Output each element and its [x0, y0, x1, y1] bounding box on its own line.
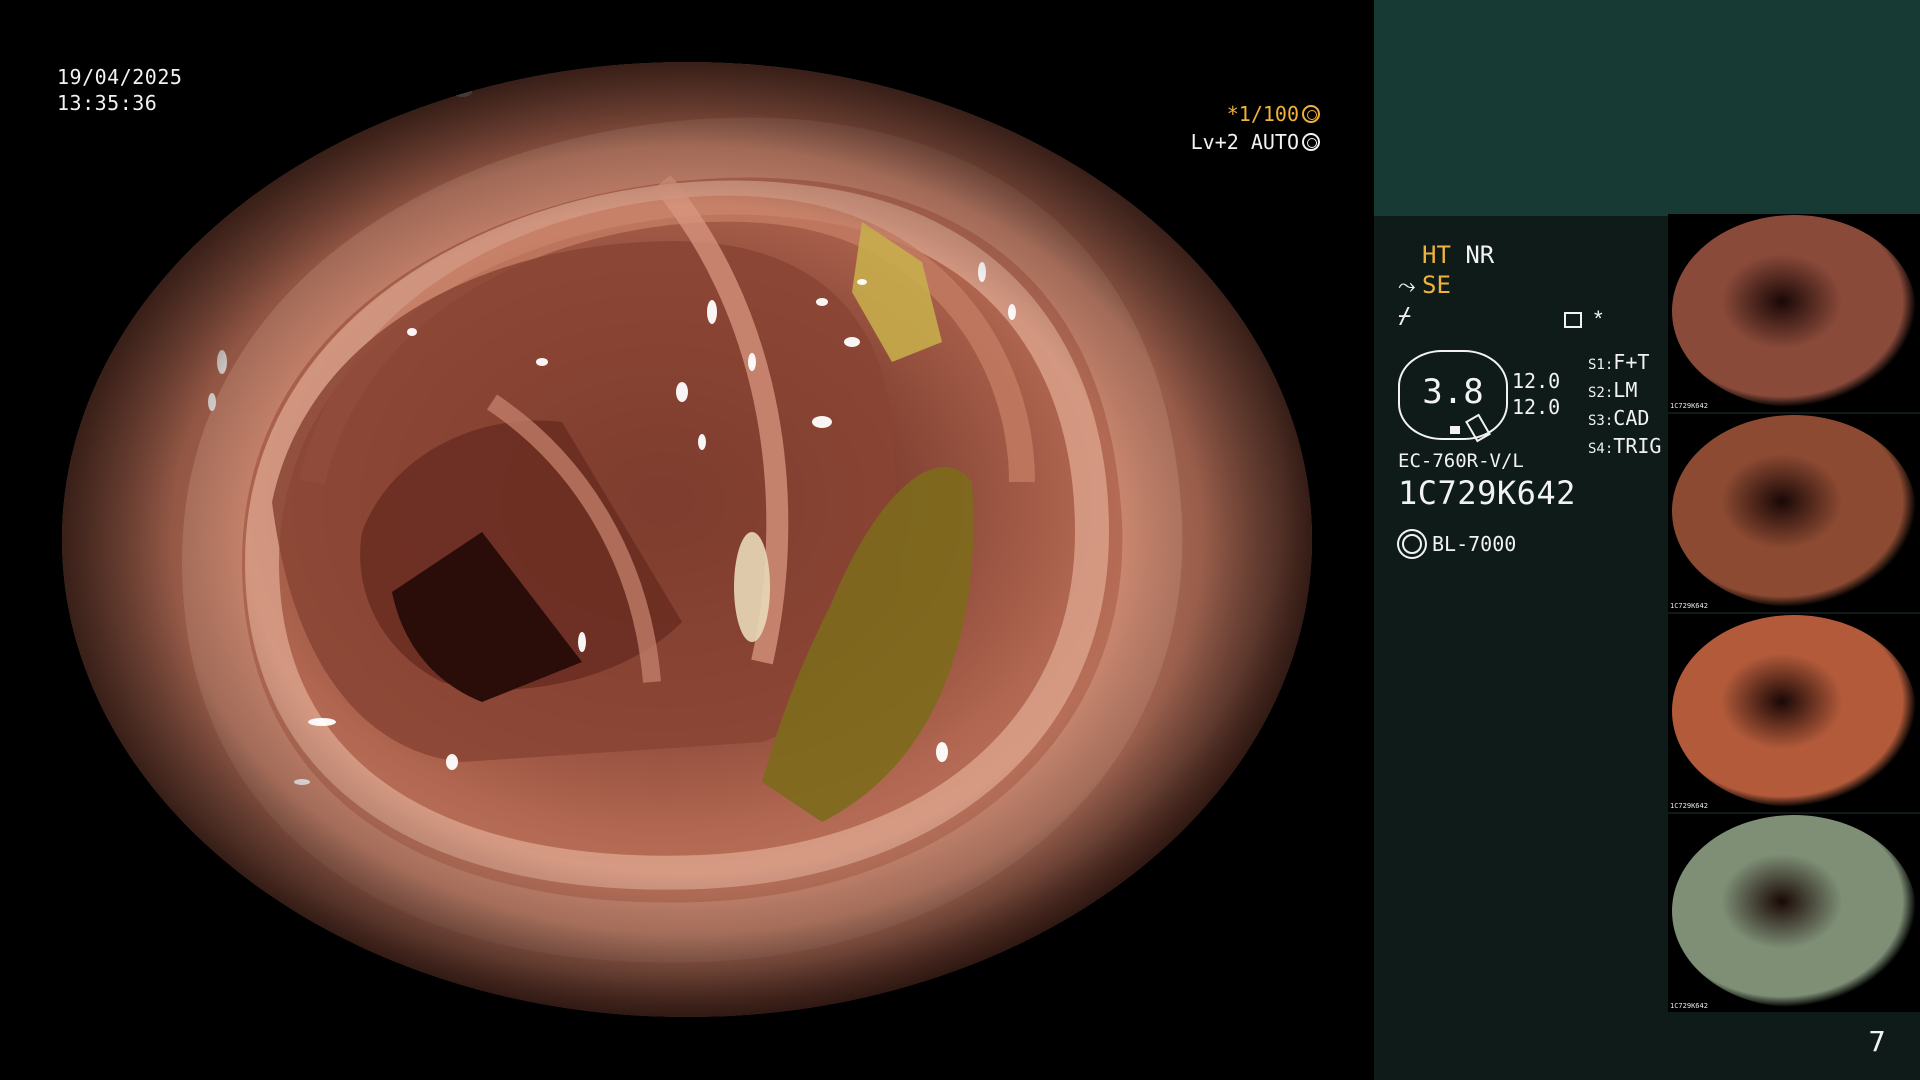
setting-value: CAD — [1613, 406, 1650, 430]
gauge-bottom-value: 12.0 — [1512, 395, 1561, 419]
mode-nr: NR — [1465, 241, 1495, 269]
capture-thumbnail[interactable]: 1C729K642 — [1668, 814, 1920, 1012]
setting-s2: S2:LM — [1588, 378, 1638, 402]
setting-key: S3 — [1588, 413, 1605, 429]
gauge-top-value: 12.0 — [1512, 369, 1561, 393]
thumbnail-serial: 1C729K642 — [1670, 402, 1708, 410]
iris-icon — [1302, 133, 1320, 151]
capture-thumbnail[interactable]: 1C729K642 — [1668, 614, 1920, 812]
light-source: BL-7000 — [1398, 532, 1516, 556]
menu-list-icon — [1564, 312, 1582, 329]
gauge-marker-icon — [1450, 426, 1460, 434]
gauge-pen-icon — [1465, 413, 1491, 443]
thumbnail-serial: 1C729K642 — [1670, 602, 1708, 610]
suction-icon: ⌿ — [1398, 304, 1412, 329]
gauge-numbers: 12.0 12.0 — [1512, 368, 1560, 420]
gauge-value: 3.8 — [1422, 372, 1484, 412]
thumbnail-image — [1672, 215, 1916, 407]
date-text: 19/04/2025 — [57, 65, 183, 89]
light-source-icon — [1402, 534, 1422, 554]
colon-lumen-image — [62, 62, 1312, 1017]
mode-se: SE — [1422, 271, 1451, 299]
time-text: 13:35:36 — [57, 91, 158, 115]
thumbnail-image — [1672, 415, 1916, 607]
panel-header-area — [1374, 0, 1920, 216]
scope-serial: 1C729K642 — [1398, 474, 1576, 512]
date-time-overlay: 19/04/2025 13:35:36 — [57, 64, 182, 116]
setting-s3: S3:CAD — [1588, 406, 1650, 430]
mode-ht: HT — [1422, 241, 1451, 269]
setting-key: S4 — [1588, 441, 1605, 457]
setting-key: S1 — [1588, 357, 1605, 373]
setting-value: TRIG — [1613, 434, 1662, 458]
shutter-overlay: *1/100 Lv+2 AUTO — [1191, 100, 1320, 156]
capture-thumbnail[interactable]: 1C729K642 — [1668, 414, 1920, 612]
structure-enhance-icon: ⤳ — [1398, 274, 1416, 299]
thumbnail-strip: 1C729K642 1C729K642 1C729K642 1C729K642 — [1668, 214, 1920, 1014]
mode-status: HT NR ⤳ SE ⌿ — [1398, 240, 1494, 330]
scope-model: EC-760R-V/L — [1398, 450, 1524, 472]
thumbnail-serial: 1C729K642 — [1670, 802, 1708, 810]
thumbnail-image — [1672, 615, 1916, 807]
level-mode-text: Lv+2 AUTO — [1190, 130, 1299, 154]
menu-icons: * — [1564, 306, 1603, 332]
light-source-text: BL-7000 — [1432, 532, 1517, 556]
endoscope-live-image — [62, 62, 1312, 1017]
setting-key: S2 — [1588, 385, 1605, 401]
capture-thumbnail[interactable]: 1C729K642 — [1668, 214, 1920, 412]
setting-s1: S1:F+T — [1588, 350, 1650, 374]
menu-star: * — [1594, 306, 1603, 331]
setting-value: LM — [1613, 378, 1638, 402]
shutter-icon — [1302, 105, 1320, 123]
shutter-speed-text: *1/100 — [1226, 102, 1299, 126]
thumbnail-serial: 1C729K642 — [1670, 1002, 1708, 1010]
setting-s4: S4:TRIG — [1588, 434, 1662, 458]
endoscopy-screen: 19/04/2025 13:35:36 *1/100 Lv+2 AUTO HT … — [0, 0, 1920, 1080]
thumbnail-image — [1672, 815, 1916, 1007]
switch-settings: S1:F+T S2:LM S3:CAD S4:TRIG — [1588, 350, 1661, 462]
zoom-gauge: 3.8 — [1398, 350, 1508, 443]
setting-value: F+T — [1613, 350, 1650, 374]
page-number: 7 — [1868, 1025, 1886, 1058]
